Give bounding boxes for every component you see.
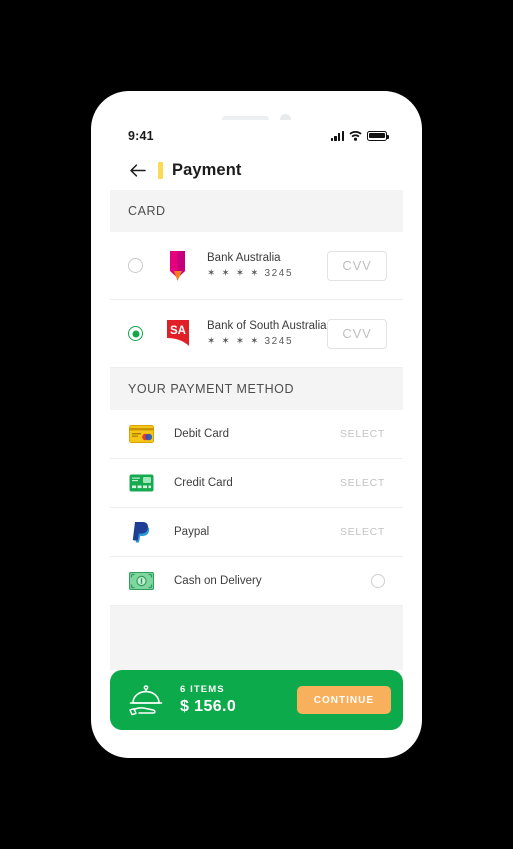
bank-info: Bank Australia ✶ ✶ ✶ ✶ 3245 — [207, 252, 327, 279]
status-time: 9:41 — [128, 128, 154, 143]
paypal-icon — [128, 522, 154, 543]
method-row-paypal[interactable]: Paypal SELECT — [110, 508, 403, 557]
status-bar: 9:41 — [110, 120, 403, 151]
select-button-paypal[interactable]: SELECT — [340, 526, 385, 538]
method-label: Paypal — [174, 526, 210, 538]
cvv-input-bank-of-south-australia[interactable]: CVV — [327, 318, 387, 349]
payment-method-section-header: YOUR PAYMENT METHOD — [110, 368, 403, 410]
masked-digits: ✶ ✶ ✶ ✶ — [207, 268, 261, 279]
card-row-bank-of-south-australia[interactable]: SA Bank of South Australia ✶ ✶ ✶ ✶ 3245 … — [110, 300, 403, 368]
method-row-credit-card[interactable]: Credit Card SELECT — [110, 459, 403, 508]
cart-text-group: 6 ITEMS $ 156.0 — [180, 684, 283, 716]
phone-frame: 9:41 Payment CARD Bank Australia ✶ ✶ ✶ ✶… — [91, 91, 422, 758]
method-label: Debit Card — [174, 428, 229, 440]
masked-digits: ✶ ✶ ✶ ✶ — [207, 336, 261, 347]
cart-items-count: 6 ITEMS — [180, 684, 225, 695]
credit-card-icon — [128, 473, 154, 493]
battery-full-icon — [367, 130, 389, 141]
back-arrow-icon[interactable] — [128, 161, 147, 180]
last-four-digits: 3245 — [264, 336, 294, 347]
phone-screen: 9:41 Payment CARD Bank Australia ✶ ✶ ✶ ✶… — [110, 120, 403, 730]
card-section-header: CARD — [110, 190, 403, 232]
cash-on-delivery-icon — [128, 571, 154, 591]
content-filler — [110, 606, 403, 670]
bank-australia-logo — [163, 249, 193, 283]
wifi-icon — [349, 131, 362, 141]
method-row-debit-card[interactable]: Debit Card SELECT — [110, 410, 403, 459]
svg-text:SA: SA — [170, 325, 186, 337]
cart-total-amount: $ 156.0 — [180, 698, 237, 715]
app-bar: Payment — [110, 151, 403, 190]
card-row-bank-australia[interactable]: Bank Australia ✶ ✶ ✶ ✶ 3245 CVV — [110, 232, 403, 300]
method-radio-cash-on-delivery[interactable] — [371, 574, 385, 588]
room-service-tray-icon — [126, 683, 166, 717]
method-label: Cash on Delivery — [174, 575, 262, 587]
signal-bars-icon — [330, 130, 344, 141]
bank-name: Bank Australia — [207, 252, 281, 264]
page-title-group: Payment — [158, 161, 241, 180]
bank-name: Bank of South Australia — [207, 320, 327, 332]
bank-of-south-australia-logo: SA — [163, 317, 193, 351]
method-row-cash-on-delivery[interactable]: Cash on Delivery — [110, 557, 403, 606]
bank-card-digits: ✶ ✶ ✶ ✶ 3245 — [207, 336, 327, 347]
last-four-digits: 3245 — [264, 268, 294, 279]
cart-summary-bar: 6 ITEMS $ 156.0 CONTINUE — [110, 670, 403, 730]
card-radio-bank-of-south-australia[interactable] — [128, 326, 143, 341]
method-label: Credit Card — [174, 477, 233, 489]
title-accent-bar — [158, 162, 163, 179]
status-icons — [330, 130, 389, 141]
continue-button[interactable]: CONTINUE — [296, 686, 391, 714]
bank-card-digits: ✶ ✶ ✶ ✶ 3245 — [207, 268, 327, 279]
select-button-debit-card[interactable]: SELECT — [340, 428, 385, 440]
debit-card-icon — [128, 424, 154, 444]
card-radio-bank-australia[interactable] — [128, 258, 143, 273]
page-title: Payment — [172, 161, 242, 179]
cvv-input-bank-australia[interactable]: CVV — [327, 250, 387, 281]
select-button-credit-card[interactable]: SELECT — [340, 477, 385, 489]
bank-info: Bank of South Australia ✶ ✶ ✶ ✶ 3245 — [207, 320, 327, 347]
page-content: CARD Bank Australia ✶ ✶ ✶ ✶ 3245 CVV SA … — [110, 190, 403, 730]
